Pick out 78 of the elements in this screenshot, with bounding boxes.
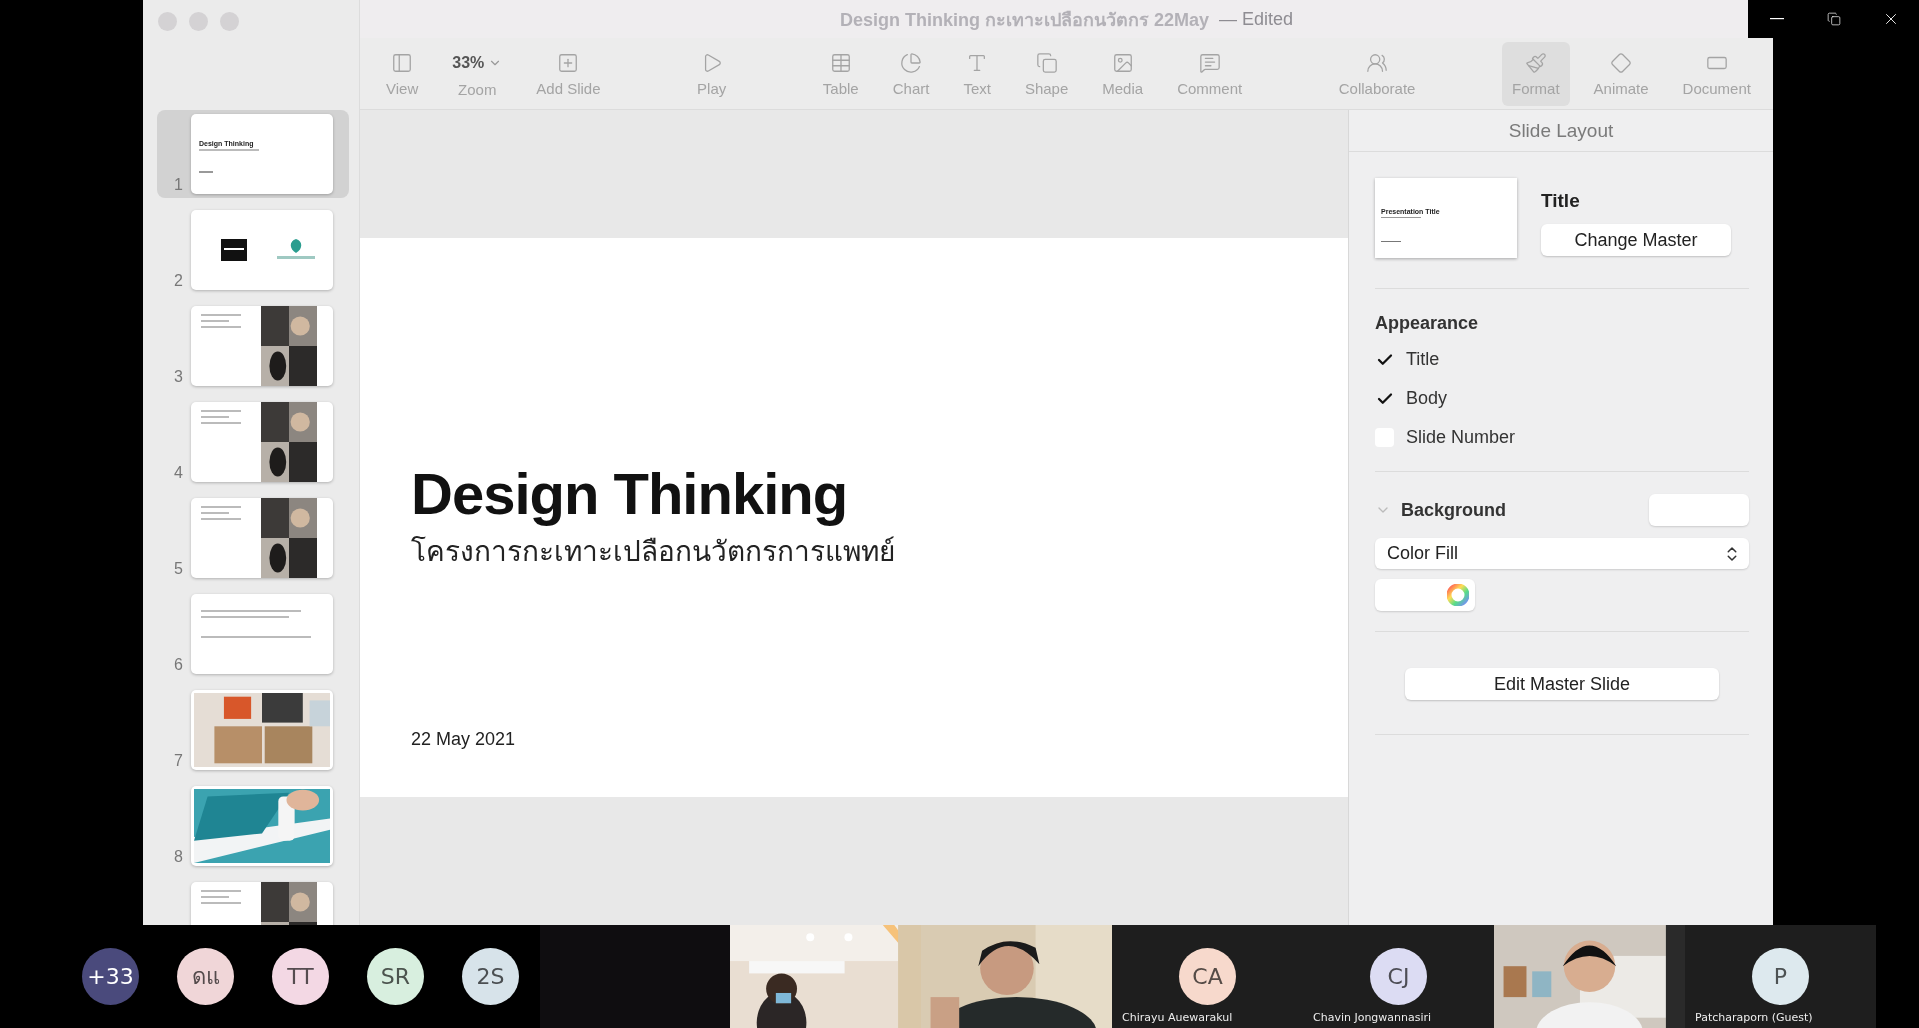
slide-thumbnail-row[interactable]: 4 bbox=[157, 398, 349, 486]
layout-name: Title bbox=[1541, 190, 1581, 212]
collaborate-tool[interactable]: Collaborate bbox=[1328, 42, 1426, 106]
pie-chart-icon bbox=[900, 51, 923, 74]
slide-number: 2 bbox=[173, 272, 183, 290]
sidebar-icon bbox=[391, 51, 414, 74]
play-tool[interactable]: Play bbox=[687, 42, 737, 106]
shape-tool[interactable]: Shape bbox=[1014, 42, 1079, 106]
image-icon bbox=[1111, 51, 1134, 74]
view-tool[interactable]: View bbox=[376, 42, 429, 106]
slide-thumbnail[interactable] bbox=[191, 210, 333, 290]
panel-title: Slide Layout bbox=[1349, 110, 1773, 152]
checkbox-label: Body bbox=[1406, 388, 1448, 409]
slide-thumbnail-row[interactable]: 8 bbox=[157, 782, 349, 870]
slide-thumbnail-row[interactable]: 2 bbox=[157, 206, 349, 294]
participant-avatar[interactable]: ดแ bbox=[177, 948, 234, 1005]
participant-avatar[interactable]: SR bbox=[367, 948, 424, 1005]
slide-thumbnail-row[interactable]: 3 bbox=[157, 302, 349, 390]
slide-title: Design Thinking bbox=[411, 460, 849, 527]
diamond-icon bbox=[1610, 51, 1633, 74]
add-slide-tool[interactable]: Add Slide bbox=[526, 42, 611, 106]
add-slide-icon bbox=[557, 51, 580, 74]
color-well[interactable] bbox=[1375, 579, 1475, 611]
document-tool[interactable]: Document bbox=[1672, 42, 1761, 106]
comment-icon bbox=[1198, 51, 1221, 74]
restore-icon bbox=[1826, 12, 1841, 26]
checkbox-label: Slide Number bbox=[1406, 427, 1516, 448]
edit-master-slide-button[interactable]: Edit Master Slide bbox=[1405, 668, 1719, 700]
background-heading: Background bbox=[1401, 499, 1506, 521]
text-tool[interactable]: Text bbox=[953, 42, 1001, 106]
slide-thumbnail[interactable] bbox=[191, 498, 333, 578]
slide-number: 1 bbox=[173, 176, 183, 194]
color-swatch[interactable] bbox=[1649, 494, 1749, 526]
minimize-icon bbox=[1769, 18, 1784, 20]
participant-avatar[interactable]: +33 bbox=[82, 948, 139, 1005]
table-icon bbox=[829, 51, 852, 74]
zoom-tool[interactable]: 33% Zoom bbox=[442, 42, 513, 106]
fill-select[interactable]: Color Fill bbox=[1375, 538, 1749, 569]
paintbrush-icon bbox=[1524, 51, 1547, 74]
slide-thumbnail-row[interactable]: 5 bbox=[157, 494, 349, 582]
participant-name: Chavin Jongwannasiri bbox=[1313, 1011, 1432, 1024]
slide-number: 3 bbox=[173, 368, 183, 386]
participant-avatar[interactable]: 2S bbox=[462, 948, 519, 1005]
chart-tool[interactable]: Chart bbox=[882, 42, 940, 106]
slide-thumbnail[interactable] bbox=[191, 306, 333, 386]
participant-name: Chirayu Auewarakul bbox=[1122, 1011, 1233, 1024]
slide-number: 6 bbox=[173, 656, 183, 674]
slide-number: 7 bbox=[173, 752, 183, 770]
media-tool[interactable]: Media bbox=[1092, 42, 1154, 106]
animate-tool[interactable]: Animate bbox=[1583, 42, 1659, 106]
participant-avatar[interactable]: CA bbox=[1179, 948, 1236, 1005]
slide-thumbnail-row[interactable]: 7 bbox=[157, 686, 349, 774]
people-icon bbox=[1366, 51, 1389, 74]
comment-tool[interactable]: Comment bbox=[1167, 42, 1253, 106]
table-tool[interactable]: Table bbox=[812, 42, 869, 106]
slide-thumbnail[interactable] bbox=[191, 402, 333, 482]
participant-avatar[interactable]: CJ bbox=[1370, 948, 1427, 1005]
color-wheel-icon bbox=[1447, 584, 1469, 606]
slide-subtitle: โครงการกะเทาะเปลือกนวัตกรการแพทย์ bbox=[411, 535, 896, 569]
logo-icon bbox=[221, 239, 247, 261]
slide-number: 4 bbox=[173, 464, 183, 482]
edited-status: — Edited bbox=[1219, 8, 1294, 30]
text-lines-drawing bbox=[1381, 215, 1421, 245]
slide-number: 5 bbox=[173, 560, 183, 578]
slide-date: 22 May 2021 bbox=[411, 729, 517, 750]
participant-name: Patcharaporn (Guest) bbox=[1695, 1011, 1813, 1024]
participant-avatar[interactable]: TT bbox=[272, 948, 329, 1005]
appearance-heading: Appearance bbox=[1375, 313, 1480, 334]
slide-thumbnail-row[interactable]: 6 bbox=[157, 590, 349, 678]
participant-avatar[interactable]: P bbox=[1752, 948, 1809, 1005]
checkbox-label: Title bbox=[1406, 349, 1440, 370]
slide-thumbnail[interactable] bbox=[191, 594, 333, 674]
text-lines-drawing bbox=[199, 149, 259, 173]
slide-number: 8 bbox=[173, 848, 183, 866]
window-title: Design Thinking กะเทาะเปลือกนวัตกร 22May bbox=[839, 8, 1209, 32]
change-master-button[interactable]: Change Master bbox=[1541, 224, 1731, 256]
logo-icon bbox=[277, 239, 315, 261]
shapes-icon bbox=[1035, 51, 1058, 74]
